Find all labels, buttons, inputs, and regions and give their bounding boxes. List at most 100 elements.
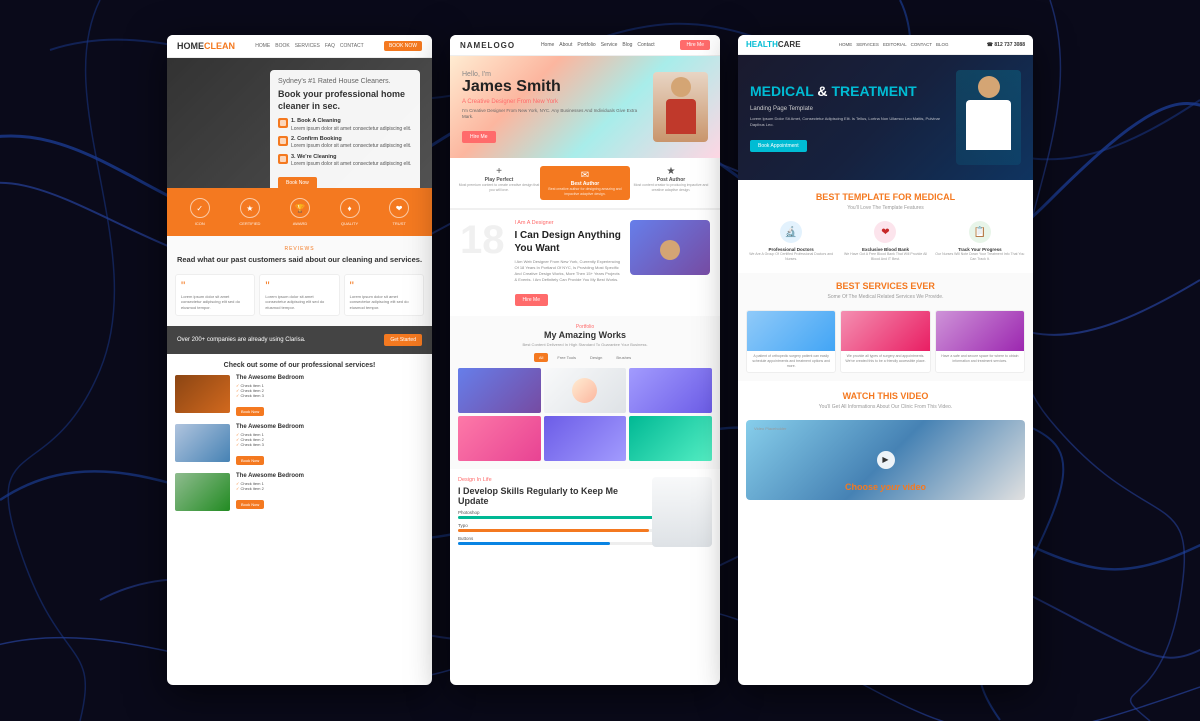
site2-designer-btn[interactable]: Hire Me	[515, 294, 549, 306]
site3-logo: HEALTHCARE	[746, 40, 801, 49]
site1-step3-text: 3. We're Cleaning Lorem ipsum dolor sit …	[291, 154, 411, 168]
site1-step2-icon	[278, 136, 288, 146]
site1-feature5-label: TRUST	[392, 221, 405, 226]
site2-stat3-desc: Most content creator to producing impact…	[630, 183, 712, 192]
site1-service3-name: The Awesome Bedroom	[236, 473, 424, 479]
site3-doctor-head	[978, 76, 1000, 98]
site2-hero-text: Hello, I'm James Smith A Creative Design…	[462, 71, 643, 143]
site2-hire-btn[interactable]: Hire Me	[462, 131, 496, 143]
site2-stat2-icon: ✉	[544, 170, 626, 181]
site3-service2-desc: We provide all types of surgery and appo…	[841, 351, 929, 367]
site3-video-placeholder[interactable]: ▶ Choose your video Video Placeholder	[746, 420, 1025, 500]
site1-step1-icon	[278, 118, 288, 128]
site1-hero-content: Sydney's #1 Rated House Cleaners. Book y…	[167, 58, 432, 188]
site3-video-placeholder-label: Video Placeholder	[754, 426, 786, 431]
site1-feature3-icon: 🏆	[290, 198, 310, 218]
site2-skill2-bar-fill	[458, 529, 649, 532]
site2-portfolio-grid	[458, 368, 712, 461]
site1-service3-text: The Awesome Bedroom Check item 1 Check i…	[236, 473, 424, 511]
site2-filter-tabs: All Free Tools Design Brushes	[458, 353, 712, 362]
site2-nav-cta[interactable]: Hire Me	[680, 40, 710, 50]
site2-hello: Hello, I'm	[462, 71, 643, 78]
site2-avatar-head	[671, 77, 691, 97]
site2-portfolio-item-6[interactable]	[629, 416, 712, 461]
site1-feature2-icon: ★	[240, 198, 260, 218]
site3-services-title: BEST SERVICES EVER	[746, 281, 1025, 291]
site2-filter-all[interactable]: All	[534, 353, 548, 362]
site3-nav-links: HOME SERVICES EDITORIAL CONTACT BLOG	[839, 42, 949, 47]
site2-nav-links: Home About Portfolio Service Blog Contac…	[541, 42, 655, 48]
site1-nav-cta[interactable]: BOOK NOW	[384, 41, 422, 51]
site2-filter-design[interactable]: Design	[585, 353, 607, 362]
site1-service1-name: The Awesome Bedroom	[236, 375, 424, 381]
site2-filter-freetools[interactable]: Free Tools	[552, 353, 581, 362]
site3-service1-image	[747, 311, 835, 351]
screenshots-container: HOMECLEAN HOME BOOK SERVICES FAQ CONTACT…	[0, 0, 1200, 721]
site3-hero-title: MEDICAL & TREATMENT	[750, 83, 948, 100]
site1-service1-checks: Check item 1 Check item 2 Check item 3	[236, 383, 424, 398]
site3-doctor-bg	[956, 70, 1021, 165]
site2-portfolio-item-5[interactable]	[544, 416, 627, 461]
site1-hero-btn[interactable]: Book Now	[278, 177, 317, 188]
site2-subtitle: A Creative Designer From New York	[462, 99, 643, 105]
site3-services: BEST SERVICES EVER Some Of The Medical R…	[738, 273, 1033, 381]
site1-service1-image	[175, 375, 230, 413]
site1-service2-btn[interactable]: Book Now	[236, 456, 264, 465]
site3-hero-text: MEDICAL & TREATMENT Landing Page Templat…	[750, 83, 948, 152]
site1-feature1-label: ICON	[195, 221, 205, 226]
site1-feature-3: 🏆 AWARD	[290, 198, 310, 226]
site1-feature-2: ★ CERTIFIED	[239, 198, 260, 226]
site1-step3-icon	[278, 154, 288, 164]
site3-feature1-icon: 🔬	[780, 221, 802, 243]
site2-hero-desc: I'm Creative Designer From New York, NYC…	[462, 108, 643, 121]
site2-stat-1: + Play Perfect Most premium content to c…	[458, 166, 540, 200]
site3-services-sub: Some Of The Medical Related Services We …	[746, 294, 1025, 300]
site3-hero-btn[interactable]: Book Appointment	[750, 140, 807, 152]
site2-portfolio-item-1[interactable]	[458, 368, 541, 413]
site2-skills: Design In Life I Develop Skills Regularl…	[450, 469, 720, 557]
site3-service3-desc: Have a safe and secure space for where t…	[936, 351, 1024, 367]
site2-stats-bar: + Play Perfect Most premium content to c…	[450, 158, 720, 210]
site2-portfolio-title: My Amazing Works	[458, 330, 712, 340]
site2-portfolio-item-3[interactable]	[629, 368, 712, 413]
site1-service3-btn[interactable]: Book Now	[236, 500, 264, 509]
site1-service2-name: The Awesome Bedroom	[236, 424, 424, 430]
site1-service2-checks: Check item 1 Check item 2 Check item 3	[236, 432, 424, 447]
site3-best-template: BEST TEMPLATE FOR MEDICAL You'll Love Th…	[738, 180, 1033, 273]
site2-filter-brushes[interactable]: Brushes	[611, 353, 636, 362]
site1-service1-btn[interactable]: Book Now	[236, 407, 264, 416]
site2-years-number: 18	[460, 220, 505, 260]
site1-banner-btn[interactable]: Get Started	[384, 334, 422, 346]
site3-features: 🔬 Professional Doctors We Are A Group Of…	[746, 221, 1025, 261]
site2-skill3-bar-fill	[458, 542, 610, 545]
site2-stat2-desc: Best creative author for designing amazi…	[544, 187, 626, 196]
site1-frame: HOMECLEAN HOME BOOK SERVICES FAQ CONTACT…	[167, 35, 432, 685]
site3-hero: MEDICAL & TREATMENT Landing Page Templat…	[738, 55, 1033, 180]
site3-video-sub: You'll Get All Informations About Our Cl…	[746, 404, 1025, 410]
site1-review3-text: Lorem ipsum dolor sit amet consectetur a…	[350, 294, 418, 311]
site3-feature-2: ❤ Exclusive Blood Bank We Have Got A Fre…	[840, 221, 930, 261]
site1-hero-tagline: Sydney's #1 Rated House Cleaners.	[278, 78, 412, 85]
site3-feature3-desc: Our Nurses Will Note Down Your Treatment…	[935, 252, 1025, 261]
site1-feature4-label: QUALITY	[341, 221, 358, 226]
site3-feature2-icon: ❤	[874, 221, 896, 243]
site3-play-button[interactable]: ▶	[877, 451, 895, 469]
site1-feature5-icon: ❤	[389, 198, 409, 218]
site2-stat-3: ★ Post Author Most content creator to pr…	[630, 166, 712, 200]
site1-cta-banner: Over 200+ companies are already using Cl…	[167, 326, 432, 354]
site2-avatar	[653, 72, 708, 142]
site1-step-3: 3. We're Cleaning Lorem ipsum dolor sit …	[278, 154, 412, 168]
site2-portfolio-item-4[interactable]	[458, 416, 541, 461]
site3-services-grid: A patient of orthopedic surgery patient …	[746, 310, 1025, 373]
site3-service-2: We provide all types of surgery and appo…	[840, 310, 930, 373]
site3-phone: ☎ 812 737 3088	[987, 42, 1025, 48]
site3-hero-subtitle: Landing Page Template	[750, 106, 948, 112]
site1-feature2-label: CERTIFIED	[239, 221, 260, 226]
site1-service-1: The Awesome Bedroom Check item 1 Check i…	[175, 375, 424, 418]
site1-features-bar: ✓ ICON ★ CERTIFIED 🏆 AWARD ♦ QUALITY ❤ T…	[167, 188, 432, 236]
site3-nav: HEALTHCARE HOME SERVICES EDITORIAL CONTA…	[738, 35, 1033, 55]
site2-stat1-icon: +	[458, 166, 540, 177]
site3-feature1-desc: We Are A Group Of Certified Professional…	[746, 252, 836, 261]
site2-portfolio-item-2[interactable]	[544, 368, 627, 413]
site1-feature-5: ❤ TRUST	[389, 198, 409, 226]
